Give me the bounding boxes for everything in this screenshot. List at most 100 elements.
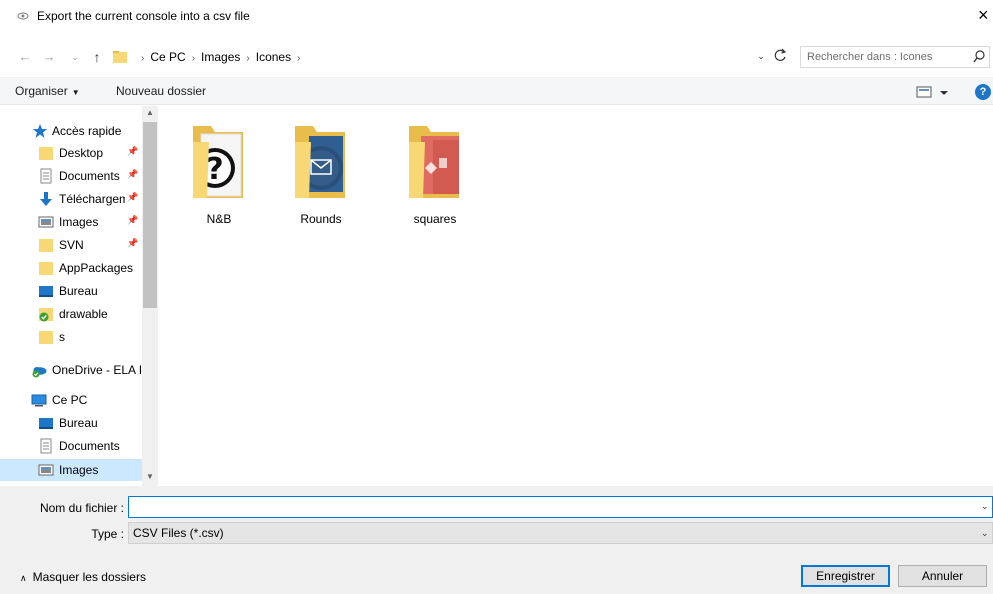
breadcrumb-ce-pc[interactable]: Ce PC [150,50,185,64]
desktop-icon [39,418,53,429]
filename-label: Nom du fichier : [39,501,124,515]
file-list[interactable]: ? N&B Rounds squares [158,106,993,486]
nav-images[interactable]: Images 📌 [0,211,142,233]
caret-down-icon: ▼ [71,88,80,97]
breadcrumb-separator: › [246,53,250,64]
breadcrumb-separator: › [191,53,196,64]
folder-icon [39,239,53,252]
nav-pc-documents[interactable]: Documents [0,435,142,457]
document-icon [40,168,52,184]
folder-name: N&B [206,212,232,226]
nav-s[interactable]: s [0,326,142,348]
pin-icon[interactable]: 📌 [127,215,138,227]
chevron-down-icon[interactable]: ⌄ [981,501,989,512]
address-bar[interactable]: › Ce PC › Images › Icones › [108,46,791,68]
folder-item[interactable]: ? N&B [170,114,268,226]
title-bar: Export the current console into a csv fi… [0,0,993,32]
folder-icon [39,262,53,275]
save-form: Nom du fichier : ⌄ Type : CSV Files (*.c… [0,486,993,594]
scroll-down-icon[interactable]: ▼ [146,472,154,481]
nav-this-pc[interactable]: Ce PC [0,389,142,411]
pin-icon[interactable]: 📌 [127,169,138,181]
filetype-select[interactable]: CSV Files (*.csv) ⌄ [128,522,993,544]
nav-documents[interactable]: Documents 📌 [0,165,142,187]
view-options-icon[interactable] [916,85,950,99]
nav-svn[interactable]: SVN 📌 [0,234,142,256]
navigation-pane: Accès rapide Desktop 📌 Documents 📌 Téléc… [0,106,158,486]
cancel-button[interactable]: Annuler [898,565,987,587]
folder-icon [39,147,53,160]
folder-name: Rounds [300,212,342,226]
pin-icon[interactable]: 📌 [127,146,138,158]
folder-item[interactable]: Rounds [272,114,370,226]
search-icon[interactable] [972,49,986,65]
desktop-icon [39,286,53,297]
nav-label: OneDrive - ELA In [52,363,142,377]
breadcrumb-icones[interactable]: Icones [256,50,291,64]
nav-label: Images [59,215,99,229]
computer-icon [31,394,47,407]
command-bar: Organiser ▼ Nouveau dossier ? [0,77,993,105]
pictures-icon [38,464,54,476]
organiser-menu-button[interactable]: Organiser ▼ [15,84,80,98]
nav-drawable[interactable]: drawable [0,303,142,325]
nav-onedrive[interactable]: OneDrive - ELA In [0,359,142,381]
breadcrumb-separator[interactable]: › [297,53,300,64]
nav-pc-bureau[interactable]: Bureau [0,412,142,434]
app-eye-icon [17,12,29,20]
nav-label: Ce PC [52,393,88,407]
pin-icon[interactable]: 📌 [127,238,138,250]
folder-icon [39,331,53,344]
pin-icon[interactable]: 📌 [127,192,138,204]
window-title: Export the current console into a csv fi… [37,9,250,23]
nav-desktop[interactable]: Desktop 📌 [0,142,142,164]
nav-label: Images [59,463,99,477]
nav-downloads[interactable]: Téléchargements 📌 [0,188,142,210]
nav-label: Accès rapide [52,124,122,138]
up-button[interactable]: ↑ [88,47,106,67]
search-box[interactable] [800,46,990,68]
folder-icon [113,51,127,63]
nav-label: SVN [59,238,84,252]
back-button[interactable]: ← [16,47,34,67]
save-button[interactable]: Enregistrer [801,565,890,587]
chevron-up-icon: ∧ [20,573,27,583]
folder-bw-thumbnail-icon: ? [193,126,243,198]
nav-bureau[interactable]: Bureau [0,280,142,302]
folder-squares-thumbnail-icon [409,126,459,198]
organiser-label: Organiser [15,84,68,98]
address-dropdown-icon[interactable]: ⌄ [754,48,768,64]
close-button[interactable]: × [978,4,993,26]
navigation-scrollbar[interactable]: ▲ ▼ [142,106,158,486]
nav-apppackages[interactable]: AppPackages [0,257,142,279]
nav-label: Bureau [59,284,98,298]
hide-folders-button[interactable]: ∧ Masquer les dossiers [20,570,146,584]
forward-button[interactable]: → [40,47,58,67]
filetype-label: Type : [91,527,124,541]
nav-label: s [59,330,65,344]
folder-item[interactable]: squares [386,114,484,226]
address-row: ← → ⌄ ↑ › Ce PC › Images › Icones › ⌄ [0,44,993,70]
search-input[interactable] [807,49,967,65]
document-icon [40,438,52,454]
nav-pc-images[interactable]: Images [0,459,142,481]
nav-quick-access[interactable]: Accès rapide [0,120,142,142]
pictures-icon [38,216,54,228]
scroll-up-icon[interactable]: ▲ [146,108,154,117]
svn-folder-icon [39,308,53,322]
refresh-icon[interactable] [772,47,788,65]
filetype-value: CSV Files (*.csv) [133,526,224,540]
onedrive-icon [32,367,47,378]
nav-label: drawable [59,307,108,321]
scrollbar-thumb[interactable] [143,122,157,308]
recent-locations-button[interactable]: ⌄ [66,47,84,67]
new-folder-button[interactable]: Nouveau dossier [116,84,206,98]
nav-label: Desktop [59,146,104,160]
chevron-down-icon[interactable]: ⌄ [981,528,989,539]
help-button[interactable]: ? [975,84,991,100]
breadcrumb-images[interactable]: Images [201,50,240,64]
filename-combobox[interactable]: ⌄ [128,496,993,518]
nav-label: Téléchargements [59,192,125,206]
hide-folders-label: Masquer les dossiers [32,570,146,584]
filename-input[interactable] [133,499,973,515]
